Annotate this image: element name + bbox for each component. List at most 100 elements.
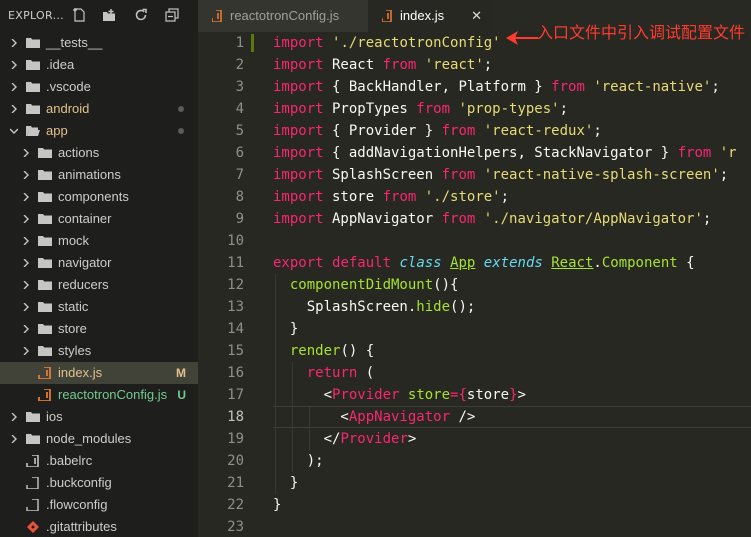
code-token: Provider xyxy=(332,387,400,403)
chevron-right-icon[interactable] xyxy=(22,303,30,311)
code-token: < xyxy=(273,409,349,425)
code-token: hide xyxy=(416,299,451,315)
chevron-right-icon[interactable] xyxy=(22,215,30,223)
folder-icon xyxy=(26,38,40,48)
code-token: export xyxy=(273,255,324,271)
tree-item[interactable]: .babelrc xyxy=(0,450,198,472)
js-file-icon xyxy=(212,10,222,22)
tree-item[interactable]: actions xyxy=(0,142,198,164)
tree-item[interactable]: components xyxy=(0,186,198,208)
code-token: from xyxy=(416,101,451,117)
code-token: import xyxy=(273,167,324,183)
tree-item[interactable]: ios xyxy=(0,406,198,428)
chevron-right-icon[interactable] xyxy=(10,435,18,443)
code-line: import PropTypes from 'prop-types'; xyxy=(273,98,568,120)
tree-item[interactable]: styles xyxy=(0,340,198,362)
tree-item[interactable]: static xyxy=(0,296,198,318)
js-file-icon xyxy=(382,10,392,22)
tab-index-js[interactable]: index.js ✕ xyxy=(368,0,494,32)
tab-label: index.js xyxy=(400,8,445,23)
chevron-right-icon[interactable] xyxy=(10,39,18,47)
refresh-icon[interactable] xyxy=(134,8,148,22)
tree-item[interactable]: mock xyxy=(0,230,198,252)
code-line: </Provider> xyxy=(273,428,417,450)
chevron-right-icon[interactable] xyxy=(22,347,30,355)
chevron-right-icon[interactable] xyxy=(22,281,30,289)
git-status-badge: U xyxy=(177,388,186,402)
tree-item[interactable]: .gitattributes xyxy=(0,516,198,537)
chevron-down-icon[interactable] xyxy=(10,127,18,135)
indent-guide xyxy=(308,406,310,450)
tree-item[interactable]: animations xyxy=(0,164,198,186)
chevron-right-icon[interactable] xyxy=(10,105,18,113)
tree-item[interactable]: .vscode xyxy=(0,76,198,98)
tree-item-label: store xyxy=(58,321,87,336)
code-line: return ( xyxy=(273,362,374,384)
tree-item[interactable]: android xyxy=(0,98,198,120)
close-icon[interactable]: ✕ xyxy=(471,0,482,32)
tree-item[interactable]: .buckconfig xyxy=(0,472,198,494)
chevron-right-icon[interactable] xyxy=(22,325,30,333)
tree-item[interactable]: node_modules xyxy=(0,428,198,450)
code-token: from xyxy=(677,145,712,161)
code-token: </ xyxy=(273,431,341,447)
chevron-right-icon[interactable] xyxy=(10,83,18,91)
tree-item[interactable]: .flowconfig xyxy=(0,494,198,516)
chevron-right-icon[interactable] xyxy=(22,171,30,179)
code-editor[interactable]: 1 2 3 4 5 6 7 8 9 10 11 12 13 14 15 16 17 18 19 20 21 22 23 im… xyxy=(198,32,751,537)
chevron-right-icon[interactable] xyxy=(10,413,18,421)
tab-reactotronconfig[interactable]: reactotronConfig.js xyxy=(198,0,368,32)
tree-item-label: navigator xyxy=(58,255,112,270)
tree-item[interactable]: reactotronConfig.js U xyxy=(0,384,198,406)
git-status-badge: M xyxy=(176,366,186,380)
tree-item[interactable]: index.js M xyxy=(0,362,198,384)
tree-item[interactable]: .idea xyxy=(0,54,198,76)
code-token: from xyxy=(441,211,476,227)
tree-item-label: ios xyxy=(46,409,63,424)
new-file-icon[interactable] xyxy=(72,8,86,22)
code-token: extends xyxy=(483,255,543,271)
indent-guide xyxy=(291,362,293,472)
chevron-right-icon[interactable] xyxy=(22,237,30,245)
line-number: 20 xyxy=(227,453,244,469)
chevron-right-icon[interactable] xyxy=(22,193,30,201)
code-token: ); xyxy=(273,453,324,469)
tree-item[interactable]: app xyxy=(0,120,198,142)
js-file-icon xyxy=(38,389,51,401)
tree-item[interactable]: store xyxy=(0,318,198,340)
folder-icon xyxy=(26,412,40,422)
chevron-right-icon[interactable] xyxy=(22,259,30,267)
line-number: 11 xyxy=(227,255,244,271)
new-folder-icon[interactable] xyxy=(102,8,116,22)
code-line: <AppNavigator /> xyxy=(273,406,475,428)
collapse-all-icon[interactable] xyxy=(165,8,179,22)
tree-item[interactable]: container xyxy=(0,208,198,230)
code-token: React xyxy=(551,255,594,271)
folder-icon xyxy=(26,434,40,444)
code-line: export default class App extends React.C… xyxy=(273,252,695,274)
tree-item[interactable]: reducers xyxy=(0,274,198,296)
tree-item-label: .idea xyxy=(46,57,75,72)
chevron-right-icon[interactable] xyxy=(10,61,18,69)
tree-item[interactable]: navigator xyxy=(0,252,198,274)
code-token: ; xyxy=(559,101,569,117)
tree-item[interactable]: __tests__ xyxy=(0,32,198,54)
code-token: App xyxy=(450,255,476,271)
code-line: import { addNavigationHelpers, StackNavi… xyxy=(273,142,737,164)
line-number: 10 xyxy=(227,233,244,249)
code-line: import './reactotronConfig' xyxy=(273,32,501,54)
code-line: import store from './store'; xyxy=(273,186,509,208)
tree-item-label: node_modules xyxy=(46,431,132,446)
code-token: './navigator/AppNavigator' xyxy=(483,211,703,227)
babel-config-icon xyxy=(26,455,39,467)
code-token: './store' xyxy=(424,189,501,205)
code-token: import xyxy=(273,145,324,161)
code-token: ; xyxy=(711,79,720,95)
explorer-header: EXPLOR... xyxy=(0,0,198,32)
code-token: import xyxy=(273,57,324,73)
chevron-right-icon[interactable] xyxy=(22,149,30,157)
code-token: class xyxy=(399,255,442,271)
